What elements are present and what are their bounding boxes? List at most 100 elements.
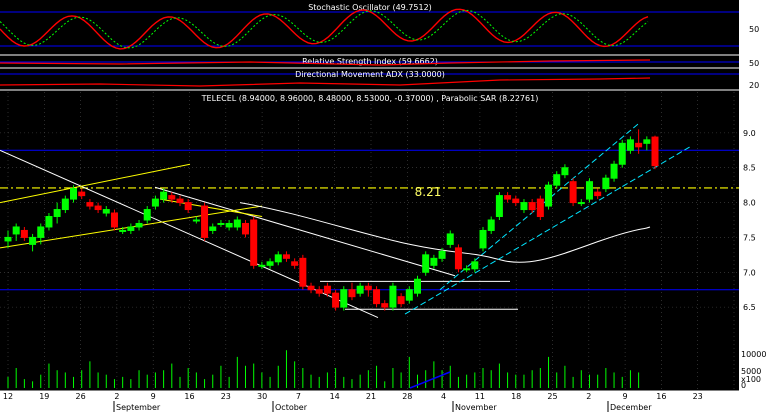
candle-body xyxy=(479,229,487,249)
date-tick-label: 19 xyxy=(39,392,49,401)
date-tick-label: 2 xyxy=(114,392,119,401)
rsi-tick-label: 50 xyxy=(749,59,759,68)
candle-body xyxy=(37,226,45,238)
adx-tick-label: 20 xyxy=(749,81,759,90)
candle-body xyxy=(643,139,651,144)
candle-body xyxy=(520,202,528,211)
candle-body xyxy=(102,209,110,214)
candle-body xyxy=(528,202,536,211)
candle-body xyxy=(61,198,69,211)
candle-body xyxy=(356,285,364,294)
candle-body xyxy=(176,198,184,204)
candle-body xyxy=(610,163,618,179)
candle-body xyxy=(119,229,127,232)
candle-body xyxy=(389,285,397,308)
candle-body xyxy=(512,198,520,204)
price-tick-label: 8.0 xyxy=(743,199,756,208)
candle-body xyxy=(160,191,168,200)
date-tick-label: 28 xyxy=(402,392,412,401)
date-tick-label: 12 xyxy=(3,392,13,401)
candle-body xyxy=(168,195,176,200)
date-tick-label: 4 xyxy=(441,392,446,401)
date-tick-label: 30 xyxy=(257,392,267,401)
candle-body xyxy=(258,264,266,267)
candle-body xyxy=(463,268,471,271)
price-tick-label: 7.5 xyxy=(743,233,756,242)
candle-body xyxy=(291,261,299,266)
date-tick-label: 23 xyxy=(693,392,703,401)
candle-body xyxy=(29,236,37,245)
date-tick-label: 9 xyxy=(623,392,628,401)
candle-body xyxy=(70,188,78,200)
price-tick-label: 9.0 xyxy=(743,129,756,138)
candle-body xyxy=(45,216,53,228)
volume-tick-label: 10000 xyxy=(741,350,766,359)
candle-body xyxy=(635,142,643,148)
candle-body xyxy=(545,184,553,207)
date-tick-label: 11 xyxy=(475,392,485,401)
date-tick-label: 2 xyxy=(586,392,591,401)
candle-body xyxy=(233,219,241,228)
sar-annotation: 8.21 xyxy=(415,185,442,199)
candle-body xyxy=(143,209,151,221)
candle-body xyxy=(250,219,258,266)
candle-body xyxy=(94,205,102,211)
candle-body xyxy=(151,198,159,207)
stochastic-tick-label: 50 xyxy=(749,25,759,34)
candle-body xyxy=(242,222,250,235)
candle-body xyxy=(315,289,323,294)
price-panel: TELECEL (8.94000, 8.96000, 8.48000, 8.53… xyxy=(201,94,539,103)
candle-body xyxy=(594,191,602,197)
candle-body xyxy=(454,247,462,270)
candle-body xyxy=(201,205,209,238)
date-tick-label: 18 xyxy=(511,392,521,401)
candle-body xyxy=(381,303,389,308)
price-tick-label: 8.5 xyxy=(743,164,756,173)
adx-title: Directional Movement ADX (33.0000) xyxy=(295,70,445,79)
candle-body xyxy=(626,139,634,151)
candle-body xyxy=(323,285,331,294)
candle-body xyxy=(438,250,446,259)
candle-body xyxy=(585,181,593,200)
candle-body xyxy=(299,257,307,287)
candle-body xyxy=(413,278,421,294)
candle-body xyxy=(561,167,569,176)
candle-body xyxy=(20,229,28,238)
candle-body xyxy=(553,174,561,186)
month-label: September xyxy=(116,403,161,412)
candle-body xyxy=(487,219,495,231)
date-tick-label: 23 xyxy=(221,392,231,401)
candle-body xyxy=(78,191,86,197)
candle-body xyxy=(340,289,348,308)
price-tick-label: 6.5 xyxy=(743,303,756,312)
candle-body xyxy=(348,289,356,298)
candle-body xyxy=(422,254,430,273)
candle-body xyxy=(86,202,94,207)
candle-body xyxy=(217,222,225,225)
candle-body xyxy=(536,198,544,218)
candle-body xyxy=(430,257,438,266)
candle-body xyxy=(373,289,381,305)
price-tick-label: 7.0 xyxy=(743,268,756,277)
candle-body xyxy=(127,226,135,231)
month-label: December xyxy=(610,403,652,412)
candle-body xyxy=(266,261,274,266)
candle-body xyxy=(274,254,282,263)
volume-tick-label: x100 xyxy=(741,375,761,384)
candle-body xyxy=(405,289,413,301)
candle-body xyxy=(569,181,577,204)
candle-body xyxy=(209,226,217,231)
candle-body xyxy=(651,136,659,167)
candle-body xyxy=(397,296,405,305)
candle-body xyxy=(12,226,20,235)
stock-chart: Stochastic Oscillator (49.7512) Relative… xyxy=(0,0,770,412)
date-tick-label: 16 xyxy=(656,392,666,401)
candle-body xyxy=(504,195,512,200)
price-title: TELECEL (8.94000, 8.96000, 8.48000, 8.53… xyxy=(201,94,539,103)
candle-body xyxy=(577,202,585,205)
candle-body xyxy=(495,195,503,218)
candle-body xyxy=(110,212,118,228)
date-tick-label: 26 xyxy=(76,392,86,401)
date-tick-label: 21 xyxy=(366,392,376,401)
candle-body xyxy=(4,236,12,242)
